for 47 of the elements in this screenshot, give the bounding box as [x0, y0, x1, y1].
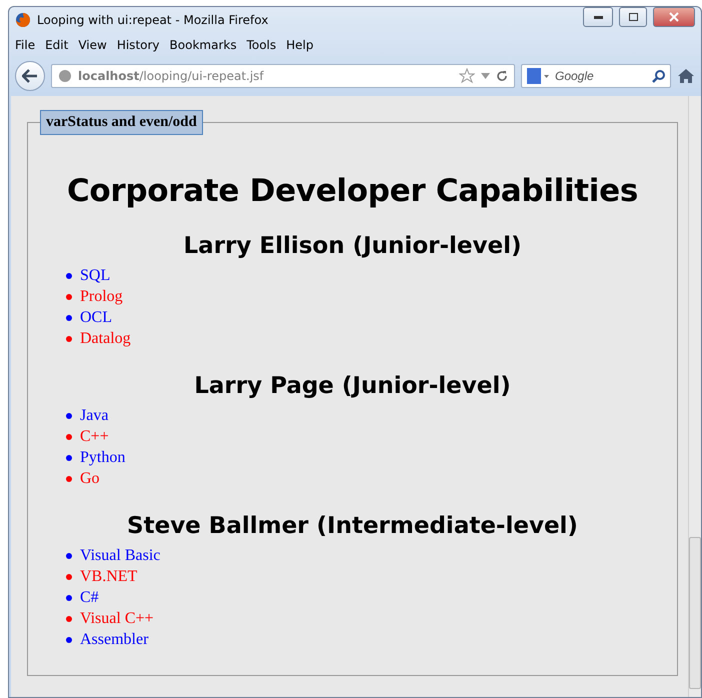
close-icon	[669, 12, 679, 22]
developer-heading: Steve Ballmer (Intermediate-level)	[126, 513, 579, 539]
dropdown-icon[interactable]	[481, 73, 490, 79]
scrollbar[interactable]	[688, 96, 701, 697]
developer-heading: Larry Page (Junior-level)	[193, 373, 512, 399]
language-item: Datalog	[80, 329, 131, 349]
back-button[interactable]	[15, 61, 45, 91]
language-item: C++	[80, 427, 109, 447]
language-item: SQL	[80, 266, 110, 286]
page-heading: Corporate Developer Capabilities	[66, 173, 640, 209]
language-item: OCL	[80, 308, 112, 328]
search-engine-icon[interactable]	[527, 68, 549, 84]
window-title: Looping with ui:repeat - Mozilla Firefox	[37, 13, 270, 27]
menu-item[interactable]: Tools	[246, 38, 276, 52]
developer-heading: Larry Ellison (Junior-level)	[182, 233, 522, 259]
globe-icon	[58, 69, 72, 83]
reload-icon[interactable]	[496, 70, 508, 82]
language-item: Prolog	[80, 287, 123, 307]
language-item: Python	[80, 448, 126, 468]
menu-item[interactable]: History	[116, 38, 160, 52]
language-item: Assembler	[80, 630, 148, 650]
fieldset-legend: varStatus and even/odd	[40, 110, 203, 135]
menu-item[interactable]: View	[78, 38, 107, 52]
maximize-button[interactable]	[619, 7, 647, 27]
language-item: Java	[80, 406, 108, 426]
language-item: Visual Basic	[80, 546, 160, 566]
star-icon[interactable]	[459, 68, 475, 84]
url-text: localhost/looping/ui-repeat.jsf	[78, 69, 265, 83]
language-item: C#	[80, 588, 99, 608]
language-item: Go	[80, 469, 100, 489]
minimize-icon	[594, 16, 602, 18]
language-item: Visual C++	[80, 609, 154, 629]
menu-item[interactable]: Help	[286, 38, 314, 52]
firefox-icon	[15, 12, 31, 28]
search-input[interactable]: Google	[553, 68, 648, 84]
minimize-button[interactable]	[583, 7, 613, 27]
language-item: VB.NET	[80, 567, 138, 587]
home-icon[interactable]	[677, 68, 695, 84]
menu-item[interactable]: File	[15, 38, 36, 52]
back-arrow-icon	[22, 69, 38, 83]
close-button[interactable]	[653, 7, 695, 27]
menu-item[interactable]: Bookmarks	[170, 38, 237, 52]
maximize-icon	[628, 13, 638, 21]
search-box[interactable]: Google	[521, 64, 671, 88]
address-field[interactable]: localhost/looping/ui-repeat.jsf	[51, 64, 515, 88]
search-icon[interactable]	[652, 70, 665, 82]
menu-item[interactable]: Edit	[45, 38, 68, 52]
